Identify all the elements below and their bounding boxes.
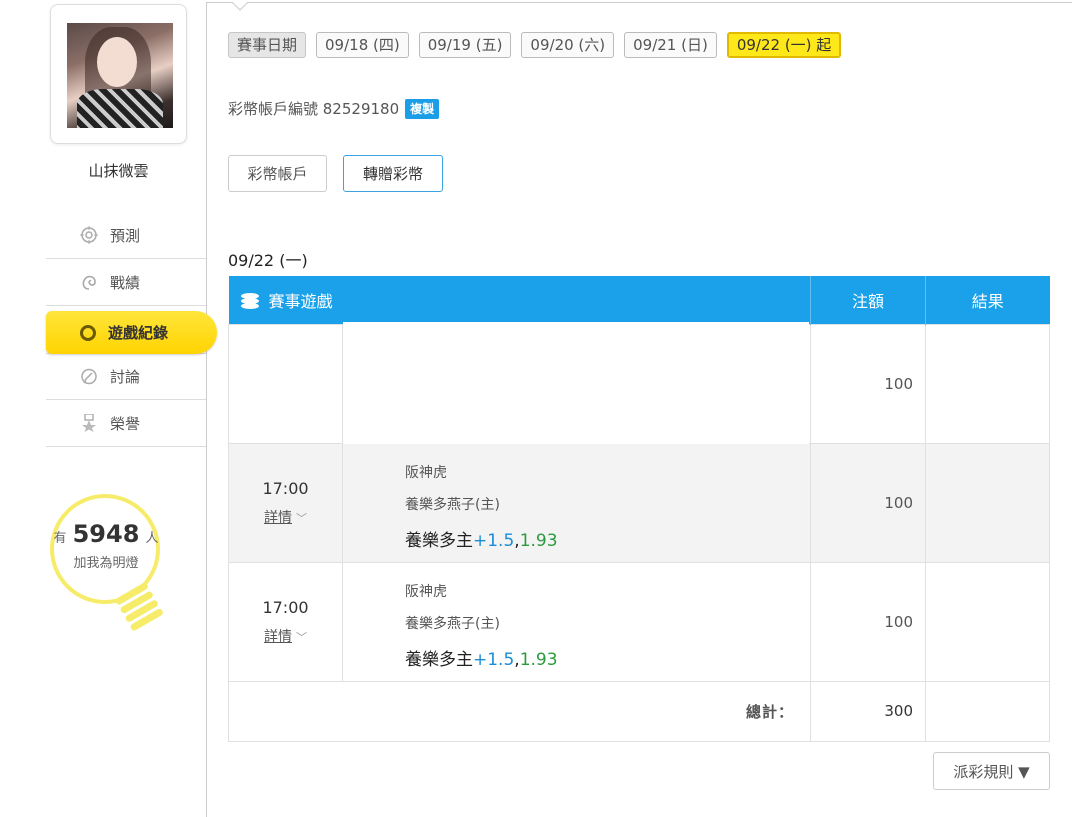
chevron-down-icon: ﹀ <box>296 630 307 644</box>
username[interactable]: 山抹微雲 <box>50 160 187 181</box>
panel-notch <box>232 2 248 11</box>
date-chip-0921[interactable]: 09/21 (日) <box>624 32 717 58</box>
date-chip-0922-selected[interactable]: 09/22 (一) 起 <box>726 32 842 58</box>
col-header-game: 賽事遊戲 <box>228 276 811 324</box>
bet-amount: 100 <box>810 442 926 563</box>
medal-icon <box>80 414 98 432</box>
sidebar-item-label: 榮譽 <box>110 414 141 433</box>
copy-button[interactable]: 複製 <box>405 98 440 119</box>
bet-amount: 100 <box>810 323 926 444</box>
sidebar-item-predict[interactable]: 預測 <box>46 212 206 259</box>
avatar[interactable] <box>67 23 173 128</box>
total-row: 總計： 300 <box>228 680 1050 742</box>
coin-account-button[interactable]: 彩幣帳戶 <box>228 155 327 192</box>
date-chip-0918[interactable]: 09/18 (四) <box>316 32 409 58</box>
total-value: 300 <box>810 680 926 742</box>
fans-label: 加我為明燈 <box>73 556 139 571</box>
fans-bulb[interactable]: 有 5948 人 加我為明燈 <box>44 488 174 638</box>
chevron-down-icon: ﹀ <box>296 511 307 525</box>
transfer-coin-button[interactable]: 轉贈彩幣 <box>343 155 443 192</box>
col-header-amount: 注額 <box>810 276 926 324</box>
sidebar-item-record[interactable]: 戰績 <box>46 259 206 306</box>
sidebar-item-label: 預測 <box>110 226 141 245</box>
section-date: 09/22 (一) <box>228 251 308 270</box>
sidebar-item-discuss[interactable]: 討論 <box>46 353 206 400</box>
home-team: 養樂多燕子(主) <box>405 615 500 632</box>
bet-pick: 養樂多主+1.5,1.93 <box>405 530 558 551</box>
sidebar-item-game-history[interactable]: 遊戲紀錄 <box>46 311 217 354</box>
date-chip-0919[interactable]: 09/19 (五) <box>418 32 512 58</box>
sidebar-item-label: 討論 <box>110 368 141 386</box>
sidebar-item-honor[interactable]: 榮譽 <box>46 400 206 447</box>
database-icon <box>240 292 259 309</box>
target-icon <box>80 226 98 244</box>
date-filter-label: 賽事日期 <box>228 32 307 58</box>
bet-amount: 100 <box>810 561 926 682</box>
redacted-area <box>343 322 809 444</box>
bet-result <box>925 323 1050 444</box>
bet-pick: 養樂多主+1.5,1.93 <box>405 649 558 670</box>
table-row: 17:00 詳情 ﹀ 阪神虎 養樂多燕子(主) 養樂多主+1.5,1.93 100 <box>228 442 1050 563</box>
fans-count: 有 5948 人 <box>53 520 159 548</box>
swirl-icon <box>80 273 98 291</box>
avatar-frame[interactable] <box>50 4 187 144</box>
sidebar: 山抹微雲 預測 戰績 討論 榮譽 遊戲紀錄 有 5948 人 加我為明燈 <box>0 0 217 817</box>
date-filter: 賽事日期 09/18 (四) 09/19 (五) 09/20 (六) 09/21… <box>228 32 842 58</box>
table-row: 17:00 詳情 ﹀ 阪神虎 養樂多燕子(主) 養樂多主+1.5,1.93 100 <box>228 561 1050 682</box>
game-time: 17:00 <box>262 478 309 498</box>
ring-icon <box>80 324 96 341</box>
home-team: 養樂多燕子(主) <box>405 496 500 513</box>
page: 山抹微雲 預測 戰績 討論 榮譽 遊戲紀錄 有 5948 人 加我為明燈 賽事日… <box>0 0 1080 817</box>
total-label: 總計： <box>228 680 811 742</box>
chat-icon <box>80 368 98 386</box>
detail-link[interactable]: 詳情 ﹀ <box>229 626 342 646</box>
game-time: 17:00 <box>262 597 309 617</box>
away-team: 阪神虎 <box>405 583 447 600</box>
bet-result <box>925 442 1050 563</box>
away-team: 阪神虎 <box>405 464 447 481</box>
payout-rules-button[interactable]: 派彩規則 ▼ <box>933 752 1050 790</box>
sidebar-item-label: 遊戲紀錄 <box>108 324 169 342</box>
date-chip-0920[interactable]: 09/20 (六) <box>521 32 615 58</box>
detail-link[interactable]: 詳情 ﹀ <box>229 507 342 527</box>
col-header-result: 結果 <box>925 276 1050 324</box>
sidebar-item-label: 戰績 <box>110 273 141 292</box>
bet-result <box>925 561 1050 682</box>
account-number: 彩幣帳戶編號 82529180 複製 <box>228 98 440 119</box>
